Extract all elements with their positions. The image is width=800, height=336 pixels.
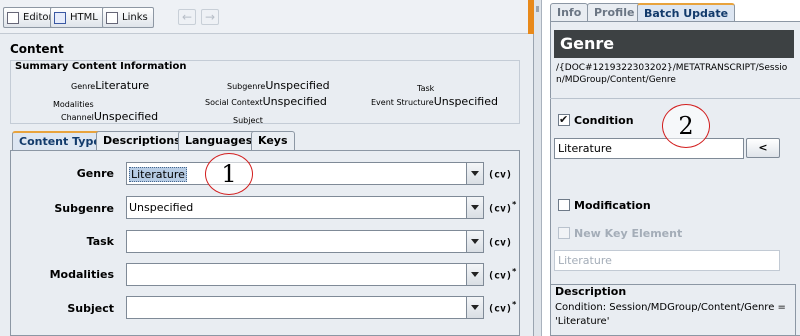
condition-input[interactable]: Literature — [554, 138, 744, 159]
modification-checkbox[interactable] — [558, 199, 570, 211]
condition-label: Condition — [574, 114, 634, 127]
content-title: Content — [10, 42, 64, 56]
back-arrow-icon[interactable]: ← — [178, 9, 196, 25]
modalities-label: Modalities — [49, 268, 114, 281]
summary-subject: Subject — [233, 116, 263, 125]
summary-subgenre: SubgenreUnspecified — [227, 79, 330, 92]
tab-keys[interactable]: Keys — [251, 131, 295, 150]
summary-title: Summary Content Information — [15, 61, 187, 72]
subject-combobox[interactable] — [126, 296, 484, 319]
genre-label: Genre — [76, 167, 114, 180]
summary-social-context: Social ContextUnspecified — [205, 95, 327, 108]
controlled-vocabulary-icon[interactable]: (cv) — [488, 166, 512, 180]
tab-content-type[interactable]: Content Type — [12, 131, 108, 151]
task-label: Task — [86, 235, 114, 248]
chevron-down-icon[interactable] — [466, 231, 483, 252]
summary-channel: ChannelUnspecified — [61, 110, 159, 123]
html-view-icon — [54, 11, 66, 24]
tab-batch-update[interactable]: Batch Update — [637, 3, 736, 22]
summary-content-box: Summary Content Information GenreLiterat… — [10, 60, 520, 125]
html-button[interactable]: HTML — [50, 7, 104, 28]
splitter-handle[interactable] — [534, 0, 542, 336]
editor-button-label: Editor — [23, 12, 53, 23]
chevron-down-icon[interactable] — [466, 197, 483, 218]
chevron-down-icon[interactable] — [466, 297, 483, 318]
copy-value-button[interactable]: < — [746, 138, 780, 158]
task-combobox[interactable] — [126, 230, 484, 253]
document-edit-icon — [7, 11, 19, 24]
condition-checkbox[interactable] — [558, 113, 570, 126]
tab-languages[interactable]: Languages — [178, 131, 260, 150]
links-button[interactable]: Links — [102, 7, 154, 28]
tab-profile[interactable]: Profile — [587, 3, 642, 21]
summary-task: Task — [417, 84, 435, 93]
editor-toolbar: Editor HTML Links ← → — [0, 0, 534, 34]
open-vocabulary-icon[interactable]: (cv)* — [488, 200, 516, 214]
description-box: Description Condition: Session/MDGroup/C… — [550, 284, 796, 336]
subgenre-label: Subgenre — [54, 202, 114, 215]
subgenre-combobox[interactable]: Unspecified — [126, 196, 484, 219]
links-icon — [106, 11, 118, 24]
description-title: Description — [555, 285, 627, 298]
content-editor-panel: Editor HTML Links ← → Content Summary Co… — [0, 0, 534, 336]
subject-label: Subject — [67, 302, 114, 315]
new-key-element-label: New Key Element — [574, 227, 683, 240]
description-text: Condition: Session/MDGroup/Content/Genre… — [555, 302, 786, 327]
open-vocabulary-icon[interactable]: (cv)* — [488, 267, 516, 281]
summary-event-structure: Event StructureUnspecified — [371, 95, 498, 108]
links-button-label: Links — [122, 12, 148, 23]
modification-input[interactable]: Literature — [554, 250, 780, 271]
genre-combobox[interactable]: Literature — [126, 162, 484, 185]
open-vocabulary-icon[interactable]: (cv)* — [488, 300, 516, 314]
tab-info[interactable]: Info — [550, 3, 589, 21]
modification-label: Modification — [574, 199, 651, 212]
element-header: Genre — [554, 30, 794, 58]
modalities-combobox[interactable] — [126, 263, 484, 286]
chevron-down-icon[interactable] — [466, 163, 483, 184]
element-path: /{DOC#1219322303202}/METATRANSCRIPT/Sess… — [556, 63, 788, 85]
genre-value: Literature — [129, 167, 187, 182]
summary-genre: GenreLiterature — [71, 79, 150, 92]
forward-arrow-icon[interactable]: → — [201, 9, 219, 25]
tab-descriptions[interactable]: Descriptions — [96, 131, 188, 150]
annotation-circle-2: 2 — [662, 104, 710, 148]
subgenre-value: Unspecified — [129, 201, 194, 214]
summary-modalities: Modalities — [53, 100, 94, 109]
chevron-down-icon[interactable] — [466, 264, 483, 285]
controlled-vocabulary-icon[interactable]: (cv) — [488, 234, 512, 248]
annotation-circle-1: 1 — [205, 153, 253, 195]
new-key-element-checkbox[interactable] — [558, 227, 570, 239]
html-button-label: HTML — [70, 12, 98, 23]
